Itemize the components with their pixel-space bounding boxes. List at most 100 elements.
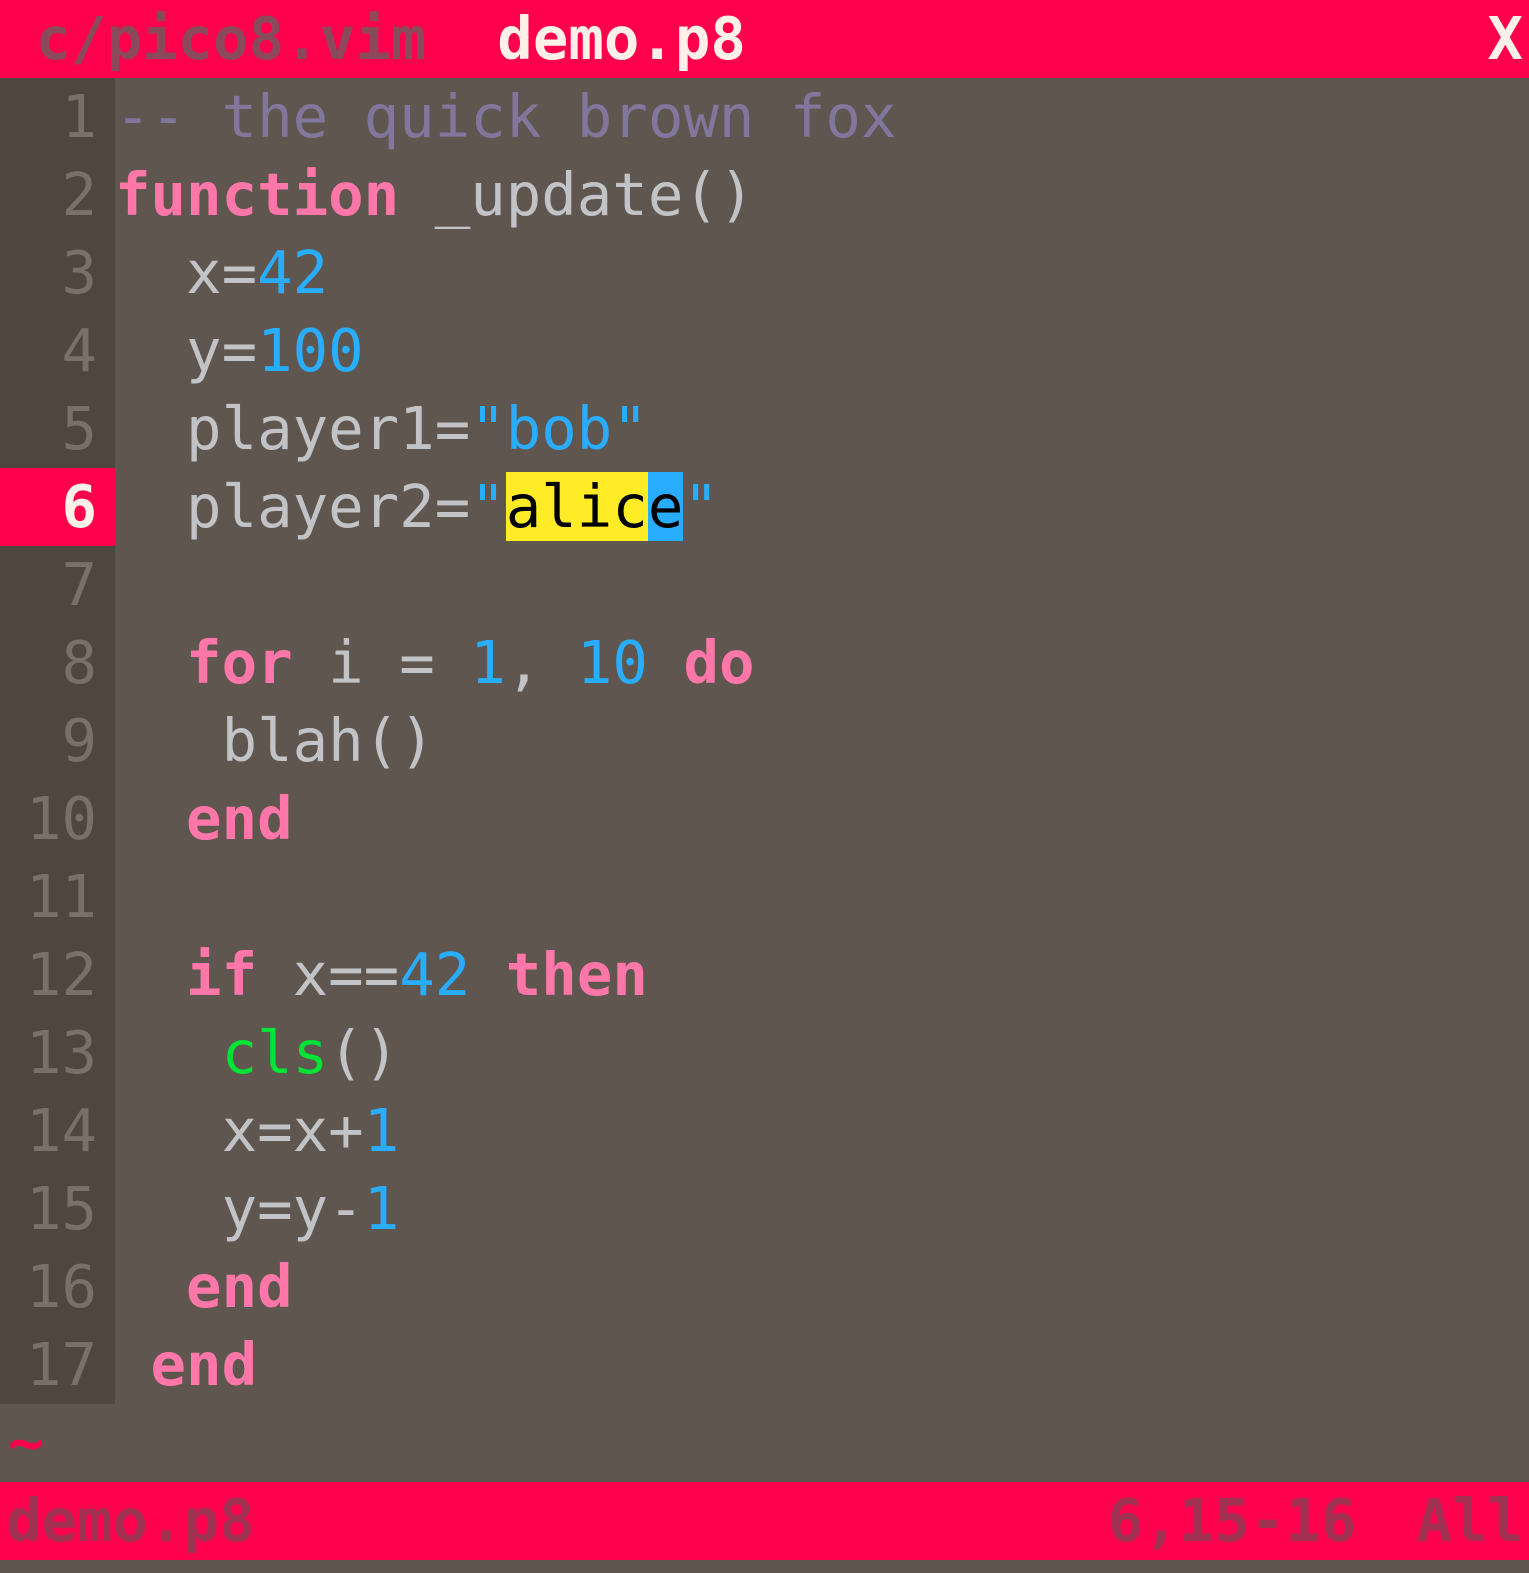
search-highlight: alic: [506, 472, 648, 541]
line-number: 11: [0, 858, 115, 936]
status-position: 6,15-16: [1108, 1482, 1417, 1560]
identifier-token: x: [222, 1096, 258, 1165]
keyword-token: end: [151, 1330, 258, 1399]
indent: [115, 1252, 186, 1321]
code-line: 3 x=42: [0, 234, 1529, 312]
string-quote: ": [612, 394, 648, 463]
close-icon[interactable]: X: [1487, 0, 1529, 78]
editor-area[interactable]: 1 -- the quick brown fox 2 function _upd…: [0, 78, 1529, 1404]
identifier-token: blah: [222, 706, 364, 775]
operator-token: =: [222, 316, 258, 385]
line-number: 8: [0, 624, 115, 702]
line-number: 12: [0, 936, 115, 1014]
code-content: -- the quick brown fox: [115, 78, 1529, 156]
indent: [115, 1096, 222, 1165]
indent: [115, 628, 186, 697]
operator-token: =: [399, 628, 435, 697]
code-line: 15 y=y-1: [0, 1170, 1529, 1248]
operator-token: =: [257, 1174, 293, 1243]
number-token: 1: [364, 1096, 400, 1165]
tab-inactive[interactable]: c/pico8.vim: [0, 0, 462, 78]
number-token: 1: [364, 1174, 400, 1243]
indent: [115, 706, 222, 775]
space: [257, 940, 293, 1009]
code-content: function _update(): [115, 156, 1529, 234]
paren-token: (): [683, 160, 754, 229]
tilde-icon: ~: [0, 1404, 44, 1482]
code-line: 1 -- the quick brown fox: [0, 78, 1529, 156]
number-token: 100: [257, 316, 364, 385]
line-number: 10: [0, 780, 115, 858]
line-number: 16: [0, 1248, 115, 1326]
line-number: 3: [0, 234, 115, 312]
paren-token: (): [364, 706, 435, 775]
operator-token: =: [222, 238, 258, 307]
indent: [115, 394, 186, 463]
identifier-token: x: [293, 1096, 329, 1165]
status-percent: All: [1416, 1482, 1529, 1560]
string-quote: ": [470, 472, 506, 541]
line-number: 9: [0, 702, 115, 780]
code-line-current: 6 player2="alice": [0, 468, 1529, 546]
code-content: end: [115, 1248, 1529, 1326]
indent: [115, 1174, 222, 1243]
line-number: 13: [0, 1014, 115, 1092]
code-content: x=42: [115, 234, 1529, 312]
command-line[interactable]: "demo.p8" 17L, 170C 5: [0, 1560, 1529, 1573]
identifier-token: player2: [186, 472, 435, 541]
indent: [115, 1330, 151, 1399]
line-number: 1: [0, 78, 115, 156]
code-line: 5 player1="bob": [0, 390, 1529, 468]
indent: [115, 1018, 222, 1087]
string-token: bob: [506, 394, 613, 463]
comma-token: ,: [506, 628, 542, 697]
space: [648, 628, 684, 697]
code-content: y=y-1: [115, 1170, 1529, 1248]
space: [293, 628, 329, 697]
line-number: 7: [0, 546, 115, 624]
code-content: end: [115, 780, 1529, 858]
cursor: e: [648, 472, 684, 541]
status-line: demo.p8 6,15-16 All: [0, 1482, 1529, 1560]
keyword-token: end: [186, 1252, 293, 1321]
keyword-token: function: [115, 160, 399, 229]
space: [364, 628, 400, 697]
operator-token: =: [435, 394, 471, 463]
code-line: 10 end: [0, 780, 1529, 858]
number-token: 42: [399, 940, 470, 1009]
comment-token: -- the quick brown fox: [115, 82, 896, 151]
command-message: "demo.p8" 17L, 170C: [0, 1560, 681, 1573]
indent: [115, 238, 186, 307]
number-token: 1: [470, 628, 506, 697]
code-line: 14 x=x+1: [0, 1092, 1529, 1170]
keyword-token: if: [186, 940, 257, 1009]
code-content: cls(): [115, 1014, 1529, 1092]
identifier-token: y: [222, 1174, 258, 1243]
identifier-token: x: [186, 238, 222, 307]
code-line: 4 y=100: [0, 312, 1529, 390]
operator-token: +: [328, 1096, 364, 1165]
code-line: 13 cls(): [0, 1014, 1529, 1092]
line-number: 15: [0, 1170, 115, 1248]
tab-active[interactable]: demo.p8: [462, 0, 782, 78]
line-number: 2: [0, 156, 115, 234]
keyword-token: then: [506, 940, 648, 1009]
builtin-token: cls: [222, 1018, 329, 1087]
number-token: 10: [577, 628, 648, 697]
operator-token: =: [435, 472, 471, 541]
identifier-token: y: [186, 316, 222, 385]
indent: [115, 316, 186, 385]
code-content: [115, 858, 1529, 936]
number-token: 42: [257, 238, 328, 307]
string-quote: ": [470, 394, 506, 463]
code-content: x=x+1: [115, 1092, 1529, 1170]
keyword-token: for: [186, 628, 293, 697]
identifier-token: y: [293, 1174, 329, 1243]
identifier-token: x: [293, 940, 329, 1009]
operator-token: -: [328, 1174, 364, 1243]
code-content: for i = 1, 10 do: [115, 624, 1529, 702]
string-quote: ": [683, 472, 719, 541]
identifier-token: i: [328, 628, 364, 697]
code-line: 12 if x==42 then: [0, 936, 1529, 1014]
paren-token: (): [328, 1018, 399, 1087]
